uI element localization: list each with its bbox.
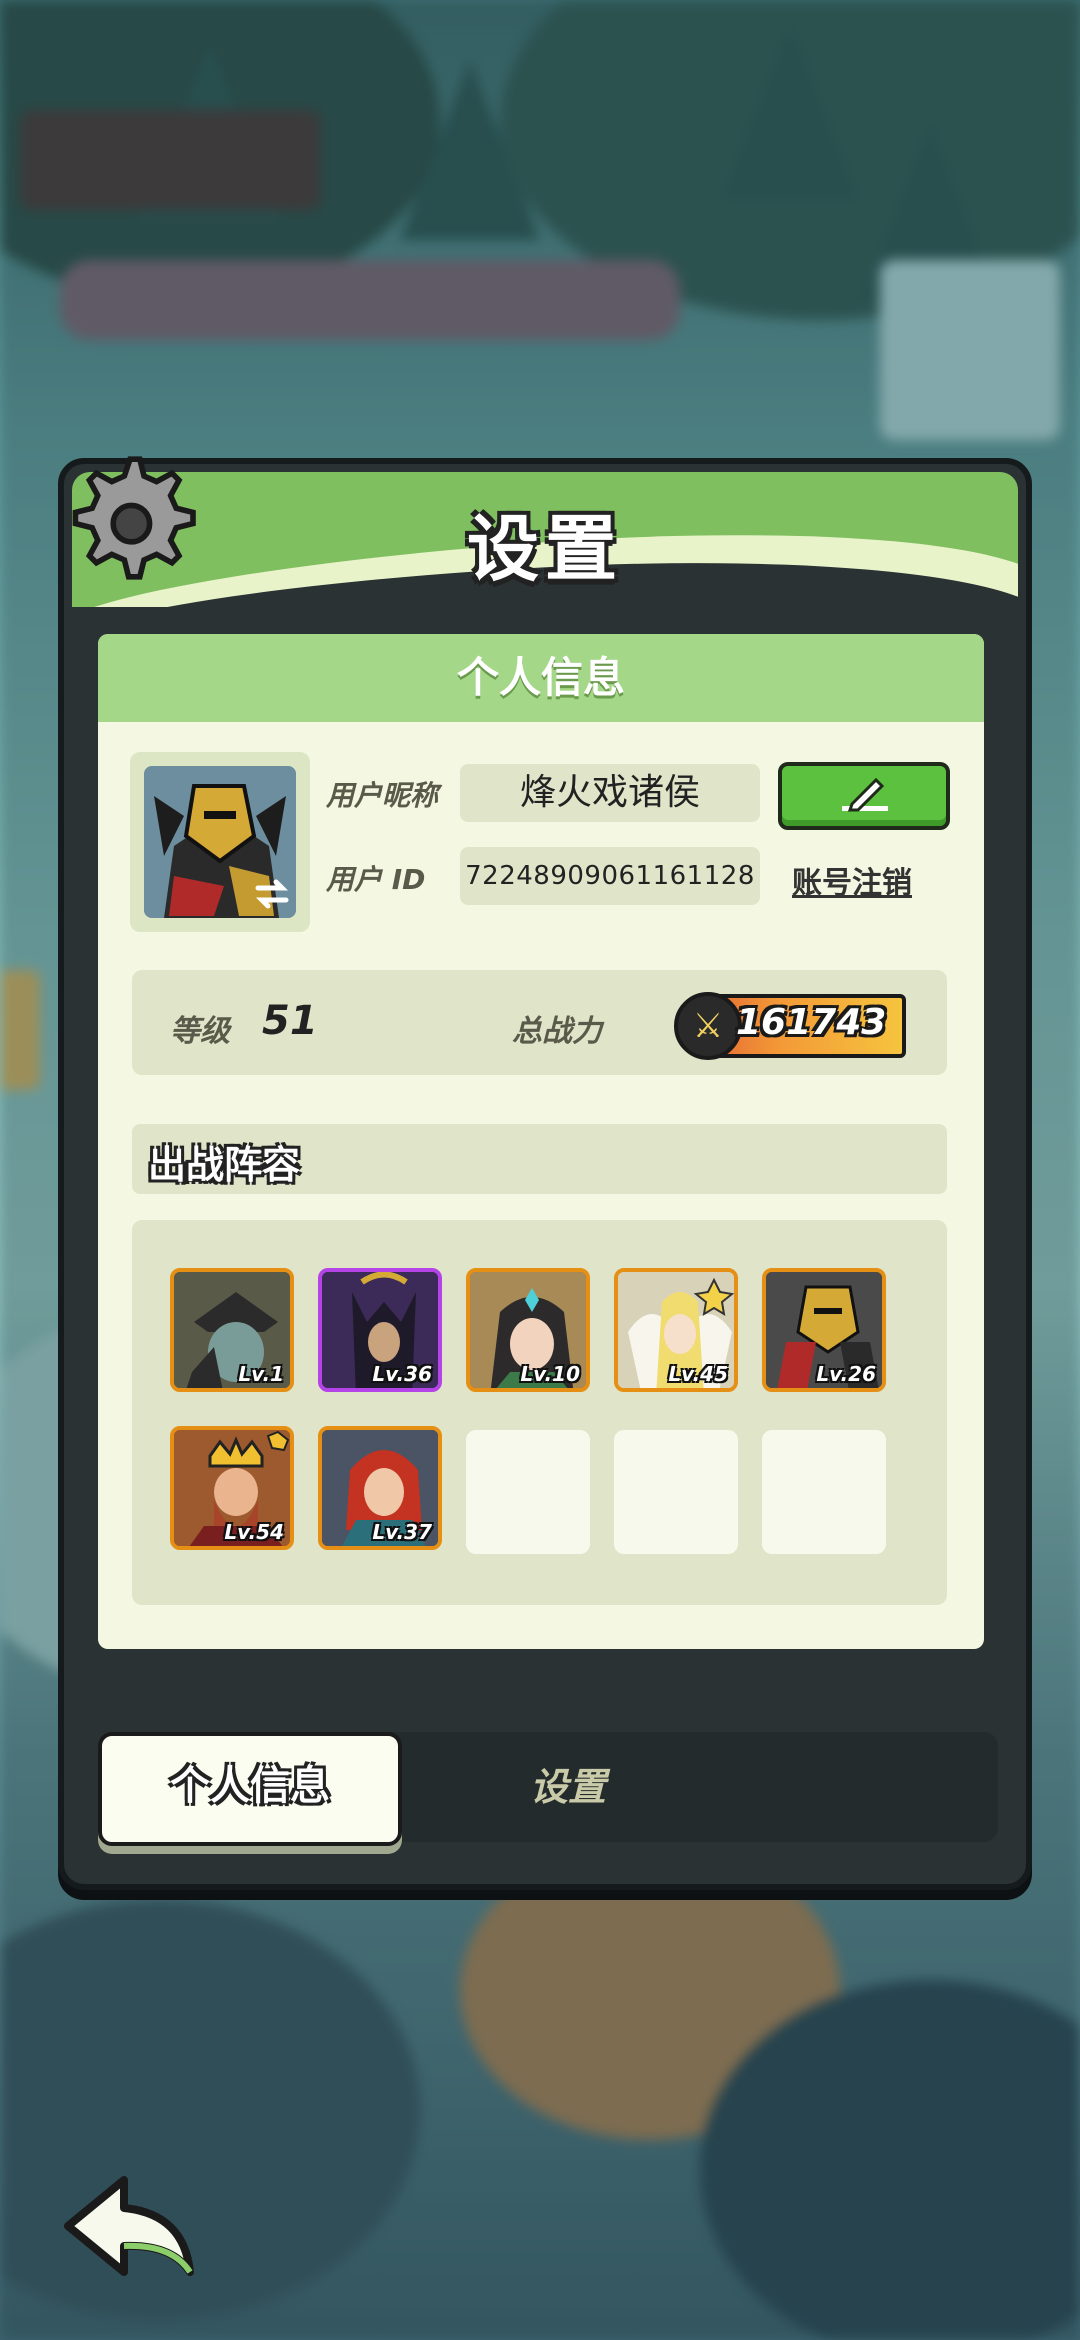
nickname-field: 烽火戏诸侯 (460, 764, 760, 822)
hero-slot[interactable]: Lv.37 (318, 1426, 442, 1550)
nickname-label: 用户昵称 (326, 779, 439, 812)
hero-level: Lv.54 (224, 1520, 284, 1544)
back-arrow-icon[interactable] (54, 2168, 204, 2288)
user-id-field: 72248909061161128 (460, 847, 760, 905)
level-value: 51 (262, 998, 318, 1044)
power-value: 161743 (736, 1002, 887, 1043)
hero-level: Lv.10 (520, 1362, 580, 1386)
avatar-frame[interactable] (130, 752, 310, 932)
hero-level: Lv.45 (668, 1362, 728, 1386)
delete-account-link[interactable]: 账号注销 (792, 858, 912, 902)
settings-dialog: 设置 个人信息 用户昵称 烽火戏诸侯 用户 ID 722489090611611… (58, 456, 1032, 1890)
dialog-header: 设置 (72, 472, 1018, 607)
hero-level: Lv.36 (372, 1362, 432, 1386)
crossed-swords-icon: ⚔ (674, 992, 742, 1060)
lineup-header: 出战阵容 (132, 1124, 947, 1194)
hero-slot[interactable]: Lv.36 (318, 1268, 442, 1392)
tab-personal-info[interactable]: 个人信息 (98, 1732, 402, 1846)
hero-level: Lv.26 (816, 1362, 876, 1386)
level-label: 等级 (170, 1014, 230, 1049)
empty-hero-slot[interactable] (614, 1430, 738, 1554)
lineup-title: 出战阵容 (148, 1143, 301, 1187)
user-id-label: 用户 ID (326, 863, 426, 896)
panel-title: 个人信息 (98, 634, 984, 722)
personal-info-panel: 个人信息 用户昵称 烽火戏诸侯 用户 ID 72248909061161128 … (98, 634, 984, 1649)
hero-slot[interactable]: Lv.10 (466, 1268, 590, 1392)
hero-level: Lv.37 (372, 1520, 432, 1544)
edit-nickname-button[interactable] (778, 762, 950, 830)
tab-settings[interactable]: 设置 (418, 1732, 718, 1842)
avatar[interactable] (144, 766, 296, 918)
dialog-title: 设置 (466, 507, 623, 591)
empty-hero-slot[interactable] (466, 1430, 590, 1554)
gear-icon (72, 456, 196, 580)
stats-bar: 等级 51 总战力 ⚔ 161743 (132, 970, 947, 1075)
empty-hero-slot[interactable] (762, 1430, 886, 1554)
pencil-icon (842, 777, 888, 812)
hero-level: Lv.1 (238, 1362, 284, 1386)
power-label: 总战力 (512, 1014, 602, 1049)
dialog-tab-bar: 个人信息 设置 (98, 1732, 998, 1846)
lineup-grid: Lv.1 Lv.36 Lv.10 Lv.45 Lv.26 Lv.54 Lv.37 (132, 1220, 947, 1605)
hero-slot[interactable]: Lv.26 (762, 1268, 886, 1392)
power-badge: ⚔ 161743 (674, 992, 906, 1060)
hero-slot[interactable]: Lv.45 (614, 1268, 738, 1392)
swap-arrows-icon (255, 879, 289, 909)
hero-slot[interactable]: Lv.1 (170, 1268, 294, 1392)
hero-slot[interactable]: Lv.54 (170, 1426, 294, 1550)
